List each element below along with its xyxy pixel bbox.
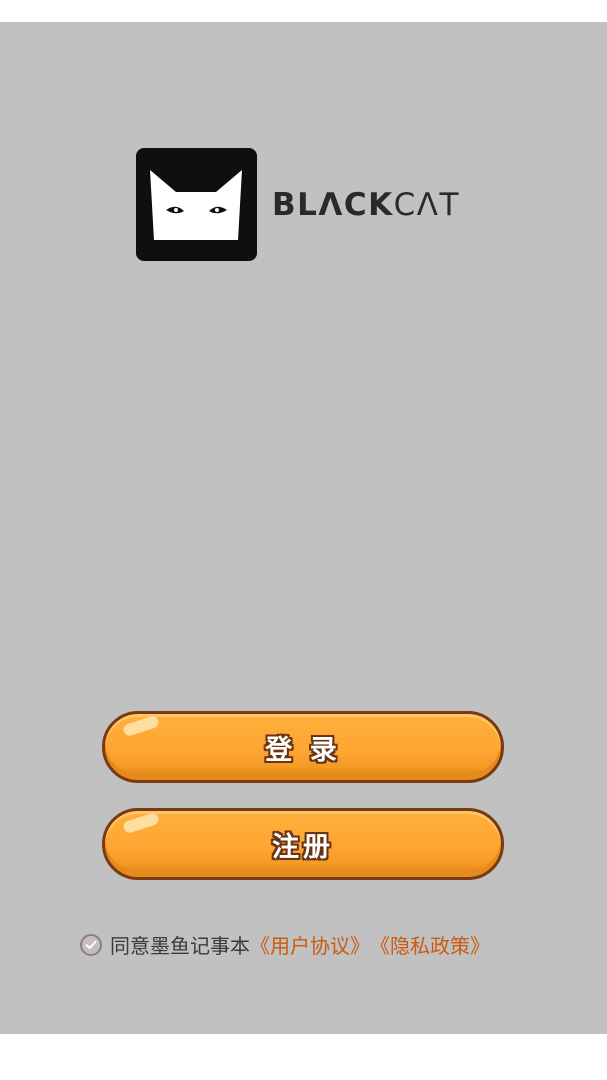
register-button[interactable]: 注册 (102, 808, 504, 880)
user-agreement-link[interactable]: 《用户协议》 (250, 930, 370, 959)
login-screen: BLΛCKCΛT 登 录 注册 同意墨鱼记事本 《用户协议》 《隐私政策》 (0, 22, 607, 1034)
brand-logo: BLΛCKCΛT (136, 148, 460, 261)
brand-name-bold: BLΛCK (272, 186, 394, 223)
privacy-policy-link[interactable]: 《隐私政策》 (370, 930, 490, 959)
black-cat-icon (136, 148, 257, 261)
button-gloss (122, 811, 160, 835)
register-button-label: 注册 (272, 831, 334, 863)
check-circle-icon[interactable] (80, 933, 102, 956)
agreement-text: 同意墨鱼记事本 (110, 934, 250, 958)
button-gloss (122, 714, 160, 738)
login-button-label: 登 录 (265, 734, 341, 766)
login-button[interactable]: 登 录 (102, 711, 504, 783)
agreement-row: 同意墨鱼记事本 《用户协议》 《隐私政策》 (80, 930, 490, 959)
brand-name-light: CΛT (393, 186, 460, 223)
brand-name: BLΛCKCΛT (272, 187, 460, 223)
